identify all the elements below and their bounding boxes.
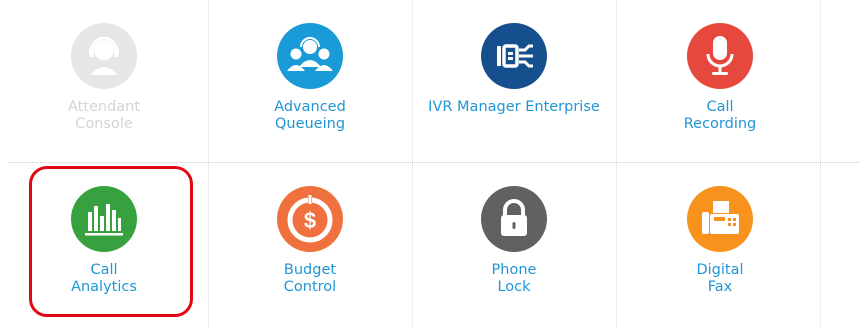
ivr-flow-icon [481, 23, 547, 89]
tile-digital-fax[interactable]: Digital Fax [620, 186, 820, 316]
queue-people-icon [277, 23, 343, 89]
tile-label: Budget Control [283, 262, 337, 295]
tile-phone-lock[interactable]: Phone Lock [414, 186, 614, 316]
column-divider [208, 0, 209, 327]
tile-label: Phone Lock [491, 262, 537, 295]
dollar-dial-icon: $ [277, 186, 343, 252]
tile-label: Call Recording [683, 99, 757, 132]
tile-call-recording[interactable]: Call Recording [620, 23, 820, 153]
tile-label: IVR Manager Enterprise [428, 99, 600, 115]
tile-label: Digital Fax [696, 262, 744, 295]
selected-tile-highlight [29, 166, 193, 317]
tile-budget-control[interactable]: $ Budget Control [210, 186, 410, 316]
tile-attendant-console: Attendant Console [4, 23, 204, 153]
feature-grid: Attendant Console Advanced Queueing IVR … [0, 0, 859, 327]
row-divider [8, 162, 859, 163]
microphone-icon [687, 23, 753, 89]
tile-label: Attendant Console [67, 99, 141, 132]
fax-machine-icon [687, 186, 753, 252]
svg-text:$: $ [304, 208, 316, 233]
tile-ivr-manager-enterprise[interactable]: IVR Manager Enterprise [412, 23, 616, 153]
column-divider [616, 0, 617, 327]
tile-advanced-queueing[interactable]: Advanced Queueing [210, 23, 410, 153]
column-divider [820, 0, 821, 327]
tile-label: Advanced Queueing [274, 99, 346, 132]
operator-headset-icon [71, 23, 137, 89]
padlock-icon [481, 186, 547, 252]
